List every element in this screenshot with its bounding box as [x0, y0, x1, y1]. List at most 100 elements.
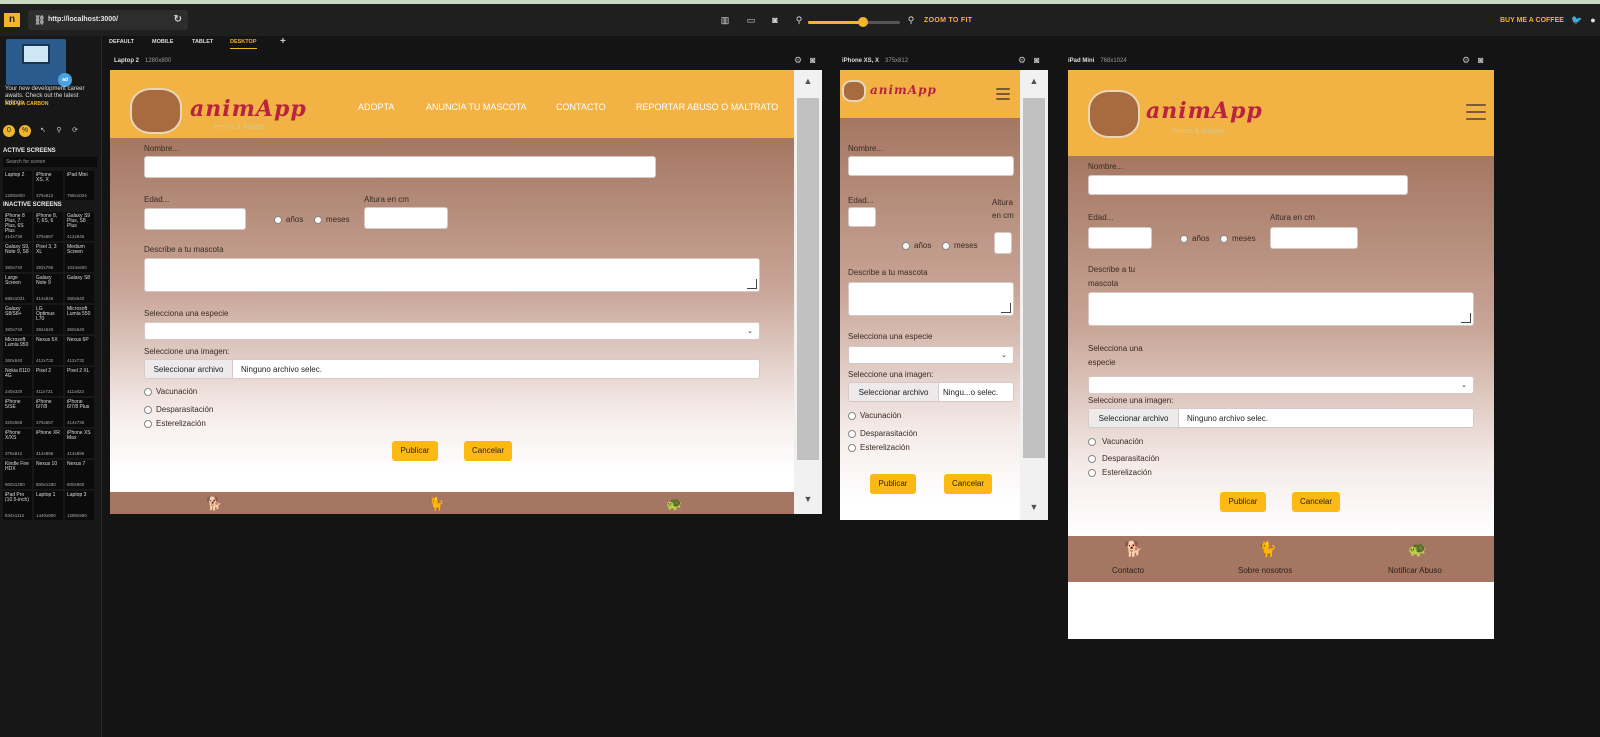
- screen-tile[interactable]: Pixel 2 411x731: [34, 367, 63, 396]
- reload-icon[interactable]: ↻: [174, 10, 182, 30]
- screenshot-icon[interactable]: ◙: [1034, 55, 1039, 65]
- scroll-down-icon[interactable]: ▼: [794, 494, 822, 504]
- screen-search-input[interactable]: Search for screen: [3, 157, 97, 167]
- screen-tile[interactable]: Nexus 10 800x1280: [34, 460, 63, 489]
- dog-icon[interactable]: 🐕: [206, 496, 222, 512]
- footer-sobre-nosotros[interactable]: Sobre nosotros: [1238, 566, 1292, 575]
- turtle-icon[interactable]: 🐢: [1408, 540, 1427, 558]
- cat-icon[interactable]: 🐈: [428, 496, 444, 512]
- screen-tile[interactable]: Pixel 3, 3 XL 393x786: [34, 243, 63, 272]
- radio-vacunacion[interactable]: [144, 388, 152, 396]
- edad-input[interactable]: [144, 208, 246, 230]
- edad-input[interactable]: [1088, 227, 1152, 249]
- image-file-input[interactable]: Seleccionar archivo Ninguno archivo sele…: [144, 359, 760, 379]
- nav-contacto[interactable]: CONTACTO: [556, 102, 606, 112]
- resize-handle-icon[interactable]: [1461, 313, 1471, 323]
- percent-icon[interactable]: %: [19, 125, 31, 137]
- scroll-thumb[interactable]: [797, 98, 819, 460]
- screen-tile[interactable]: Galaxy S8/S8+ 360x740: [3, 305, 32, 334]
- screen-tile[interactable]: Galaxy S8 360x640: [65, 274, 94, 303]
- search-icon[interactable]: ⚲: [53, 125, 65, 137]
- ad-link[interactable]: ADS VIA CARBON: [5, 101, 48, 107]
- screen-tile[interactable]: iPhone 6/7/8 375x667: [34, 398, 63, 427]
- screen-tile[interactable]: Medium Screen 1024x600: [65, 243, 94, 272]
- altura-input[interactable]: [364, 207, 448, 229]
- screen-tile[interactable]: iPhone 8 Plus, 7 Plus, 6S Plus 414x736: [3, 212, 32, 241]
- footer-contacto[interactable]: Contacto: [1112, 566, 1144, 575]
- screen-tile[interactable]: Laptop 3 1280x950: [65, 491, 94, 520]
- cancelar-button[interactable]: Cancelar: [464, 441, 512, 461]
- screen-tile[interactable]: Kindle Fire HDX 800x1280: [3, 460, 32, 489]
- screen-tile[interactable]: iPhone X/XS 375x812: [3, 429, 32, 458]
- screen-tile[interactable]: Large Screen 686x1031: [3, 274, 32, 303]
- file-select-button[interactable]: Seleccionar archivo: [1089, 409, 1179, 427]
- scroll-down-icon[interactable]: ▼: [1020, 502, 1048, 512]
- hamburger-menu-icon[interactable]: [1466, 104, 1486, 120]
- cancelar-button[interactable]: Cancelar: [944, 474, 992, 494]
- ad-image[interactable]: ad: [6, 39, 72, 87]
- image-file-input[interactable]: Seleccionar archivo Ningu...o selec.: [848, 382, 1014, 402]
- screen-tile[interactable]: Pixel 2 XL 411x823: [65, 367, 94, 396]
- settings-icon[interactable]: ⚙: [794, 55, 802, 66]
- turtle-icon[interactable]: 🐢: [666, 496, 682, 512]
- radio-anios[interactable]: [274, 216, 282, 224]
- url-text[interactable]: http://localhost:3000/: [48, 16, 118, 23]
- screen-tile[interactable]: Nexus 7 600x960: [65, 460, 94, 489]
- scroll-up-icon[interactable]: ▲: [794, 76, 822, 86]
- describe-textarea[interactable]: [1088, 292, 1474, 326]
- publicar-button[interactable]: Publicar: [1220, 492, 1266, 512]
- footer-notificar-abuso[interactable]: Notificar Abuso: [1388, 566, 1442, 575]
- image-file-input[interactable]: Seleccionar archivo Ninguno archivo sele…: [1088, 408, 1474, 428]
- add-tab-icon[interactable]: +: [280, 36, 286, 48]
- screen-icon[interactable]: ▭: [744, 14, 758, 26]
- screen-tile[interactable]: iPad Mini 768x1024: [65, 171, 94, 200]
- radio-vacunacion[interactable]: [848, 412, 856, 420]
- altura-input[interactable]: [994, 232, 1012, 254]
- file-select-button[interactable]: Seleccionar archivo: [145, 360, 233, 378]
- url-bar[interactable]: ⛓ http://localhost:3000/ ↻: [28, 10, 188, 30]
- inspect-icon[interactable]: ↖: [37, 125, 49, 137]
- screen-tile[interactable]: Galaxy S9, Note 9, S8 360x740: [3, 243, 32, 272]
- tab-default[interactable]: DEFAULT: [109, 36, 134, 48]
- tab-desktop[interactable]: DESKTOP: [230, 36, 257, 49]
- describe-textarea[interactable]: [848, 282, 1014, 316]
- screenshot-icon[interactable]: ◙: [810, 55, 815, 65]
- radio-anios[interactable]: [902, 242, 910, 250]
- screen-tile[interactable]: Galaxy S9 Plus, S8 Plus 412x846: [65, 212, 94, 241]
- altura-input[interactable]: [1270, 227, 1358, 249]
- screen-tile[interactable]: iPhone 6/7/8 Plus 414x736: [65, 398, 94, 427]
- radio-esterelizacion[interactable]: [848, 444, 856, 452]
- screenshot-icon[interactable]: ◙: [1478, 55, 1483, 65]
- publicar-button[interactable]: Publicar: [392, 441, 438, 461]
- cancelar-button[interactable]: Cancelar: [1292, 492, 1340, 512]
- dog-icon[interactable]: 🐕: [1124, 540, 1143, 558]
- especie-select[interactable]: ⌄: [1088, 376, 1474, 394]
- layout-icon[interactable]: ▥: [718, 14, 732, 26]
- screen-tile[interactable]: Nexus 5X 412x732: [34, 336, 63, 365]
- radio-desparasitacion[interactable]: [1088, 455, 1096, 463]
- screen-tile[interactable]: Laptop 1 1440x900: [34, 491, 63, 520]
- screen-tile[interactable]: LG Optimus L70 384x640: [34, 305, 63, 334]
- nav-reportar[interactable]: REPORTAR ABUSO O MALTRATO: [636, 102, 778, 112]
- edad-input[interactable]: [848, 207, 876, 227]
- screen-tile[interactable]: iPhone 5/SE 320x568: [3, 398, 32, 427]
- screen-tile[interactable]: iPhone 8, 7, 6S, 6 375x667: [34, 212, 63, 241]
- zoom-slider[interactable]: [808, 17, 900, 27]
- radio-desparasitacion[interactable]: [144, 406, 152, 414]
- screen-tile[interactable]: Laptop 2 1280x800: [3, 171, 32, 200]
- radio-esterelizacion[interactable]: [1088, 469, 1096, 477]
- twitter-icon[interactable]: 🐦: [1570, 14, 1584, 26]
- scroll-up-icon[interactable]: ▲: [1020, 76, 1048, 86]
- especie-select[interactable]: ⌄: [144, 322, 760, 340]
- tab-mobile[interactable]: MOBILE: [152, 36, 173, 48]
- screen-tile[interactable]: Galaxy Note 9 414x846: [34, 274, 63, 303]
- screen-tile[interactable]: Nokia 8110 4G 240x320: [3, 367, 32, 396]
- nav-adopta[interactable]: ADOPTA: [358, 102, 394, 112]
- file-select-button[interactable]: Seleccionar archivo: [849, 383, 939, 401]
- publicar-button[interactable]: Publicar: [870, 474, 916, 494]
- laptop-scrollbar[interactable]: ▲ ▼: [794, 70, 822, 514]
- radio-anios[interactable]: [1180, 235, 1188, 243]
- cat-icon[interactable]: 🐈: [1258, 540, 1277, 558]
- github-icon[interactable]: ●: [1586, 14, 1600, 26]
- zoom-to-fit-button[interactable]: ZOOM TO FIT: [924, 17, 972, 24]
